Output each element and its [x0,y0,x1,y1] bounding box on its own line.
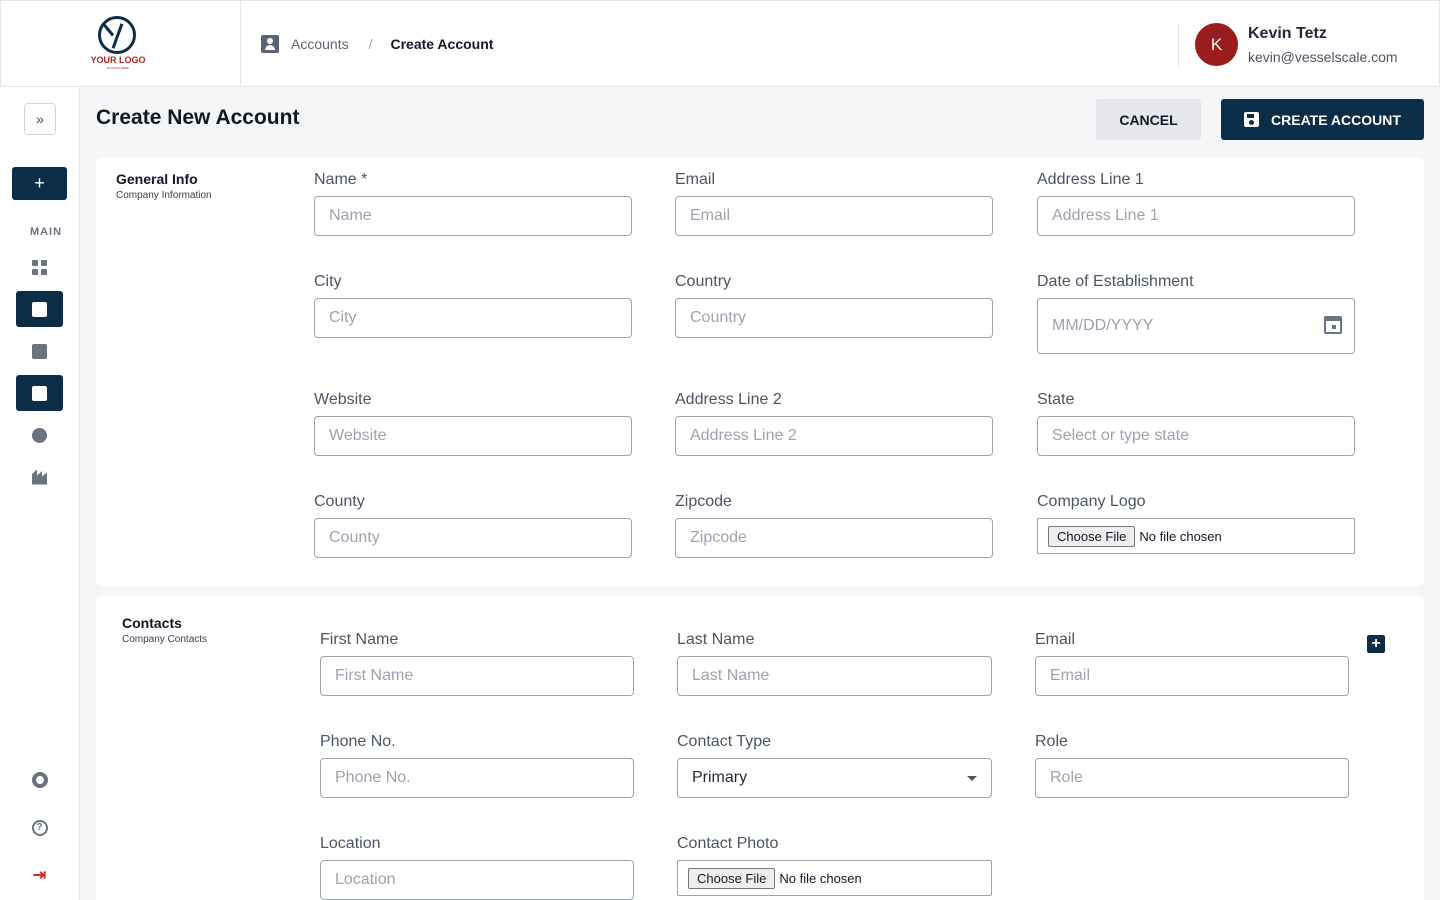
sidebar-item-accounts[interactable] [16,291,63,327]
country-label: Country [675,273,732,290]
logo-text: YOUR LOGO [90,55,146,65]
breadcrumb-separator: / [368,36,373,52]
sidebar-item-learning[interactable] [16,375,63,411]
state-field[interactable]: Select or type state [1037,416,1355,456]
help-icon: ? [31,820,48,836]
general-info-subtitle: Company Information [116,190,212,201]
save-icon [1244,112,1260,127]
contact-type-value: Primary [692,769,748,786]
county-field[interactable]: County [314,518,632,558]
sidebar-item-help[interactable]: ? [16,810,63,846]
chevron-down-icon [967,776,977,781]
reading-icon [32,385,47,401]
contact-card-icon [32,301,47,317]
name-label: Name * [314,171,368,188]
contact-photo-file-input[interactable]: Choose File No file chosen [677,860,992,896]
location-field[interactable]: Location [320,860,634,900]
contacts-title: Contacts [122,615,182,631]
page-title: Create New Account [96,106,300,129]
header-divider [1178,23,1179,67]
choose-file-button[interactable]: Choose File [1048,525,1136,547]
sidebar-item-reports[interactable] [16,333,63,369]
general-info-title: General Info [116,171,198,187]
establishment-date-field[interactable]: MM/DD/YYYY [1037,298,1355,354]
contact-type-label: Contact Type [677,733,771,750]
logo-area[interactable]: YOUR LOGO SLOGAN HERE [1,1,241,87]
address-line-2-field[interactable]: Address Line 2 [675,416,993,456]
address-line-1-label: Address Line 1 [1037,171,1144,188]
date-placeholder: MM/DD/YYYY [1052,317,1154,334]
user-email: kevin@vesselscale.com [1248,49,1398,65]
add-button[interactable]: + [12,167,67,200]
email-label: Email [675,171,716,188]
sidebar: » + MAIN ? ⇥ [0,87,80,900]
sidebar-item-globe[interactable] [16,417,63,453]
name-field[interactable]: Name [314,196,632,236]
logo-slogan: SLOGAN HERE [107,66,129,70]
avatar[interactable]: K [1195,23,1238,66]
top-header: YOUR LOGO SLOGAN HERE Accounts / Create … [0,0,1440,87]
sidebar-item-logout[interactable]: ⇥ [16,858,63,894]
address-line-1-field[interactable]: Address Line 1 [1037,196,1355,236]
expand-sidebar-button[interactable]: » [24,103,56,135]
cancel-button[interactable]: CANCEL [1096,99,1201,140]
last-name-label: Last Name [677,631,755,648]
sidebar-item-dashboard[interactable] [16,249,63,285]
contact-type-select[interactable]: Primary [677,758,992,798]
file-status: No file chosen [1139,528,1222,544]
create-account-button[interactable]: CREATE ACCOUNT [1221,99,1424,140]
logo-icon [98,16,136,54]
phone-label: Phone No. [320,733,396,750]
create-account-label: CREATE ACCOUNT [1271,111,1401,128]
company-logo-file-input[interactable]: Choose File No file chosen [1037,518,1355,554]
website-label: Website [314,391,372,408]
zipcode-label: Zipcode [675,493,732,510]
contact-photo-label: Contact Photo [677,835,779,852]
contacts-subtitle: Company Contacts [122,634,208,645]
website-field[interactable]: Website [314,416,632,456]
breadcrumb-current: Create Account [390,36,494,52]
choose-file-button[interactable]: Choose File [688,867,776,889]
sidebar-item-factory[interactable] [16,459,63,495]
first-name-label: First Name [320,631,399,648]
city-field[interactable]: City [314,298,632,338]
city-label: City [314,273,342,290]
location-label: Location [320,835,381,852]
contact-card-icon [261,35,279,53]
establishment-date-label: Date of Establishment [1037,273,1194,290]
breadcrumb-accounts[interactable]: Accounts [291,36,349,52]
contact-email-field[interactable]: Email [1035,656,1349,696]
zipcode-field[interactable]: Zipcode [675,518,993,558]
logout-icon: ⇥ [32,867,47,884]
state-label: State [1037,391,1075,408]
globe-icon [32,427,47,443]
first-name-field[interactable]: First Name [320,656,634,696]
company-logo-label: Company Logo [1037,493,1146,510]
address-line-2-label: Address Line 2 [675,391,782,408]
user-name: Kevin Tetz [1248,25,1327,42]
role-field[interactable]: Role [1035,758,1349,798]
sidebar-section-label: MAIN [29,226,63,238]
last-name-field[interactable]: Last Name [677,656,992,696]
calendar-icon[interactable] [1324,316,1342,334]
dashboard-icon [32,259,47,275]
chart-icon [32,343,47,359]
role-label: Role [1035,733,1068,750]
contact-email-label: Email [1035,631,1076,648]
gear-icon [31,772,48,788]
phone-field[interactable]: Phone No. [320,758,634,798]
factory-icon [32,469,47,485]
county-label: County [314,493,365,510]
country-field[interactable]: Country [675,298,993,338]
breadcrumb: Accounts / Create Account [261,34,493,54]
sidebar-item-settings[interactable] [16,762,63,798]
add-contact-button[interactable]: + [1367,635,1385,653]
email-field[interactable]: Email [675,196,993,236]
file-status: No file chosen [779,870,862,886]
